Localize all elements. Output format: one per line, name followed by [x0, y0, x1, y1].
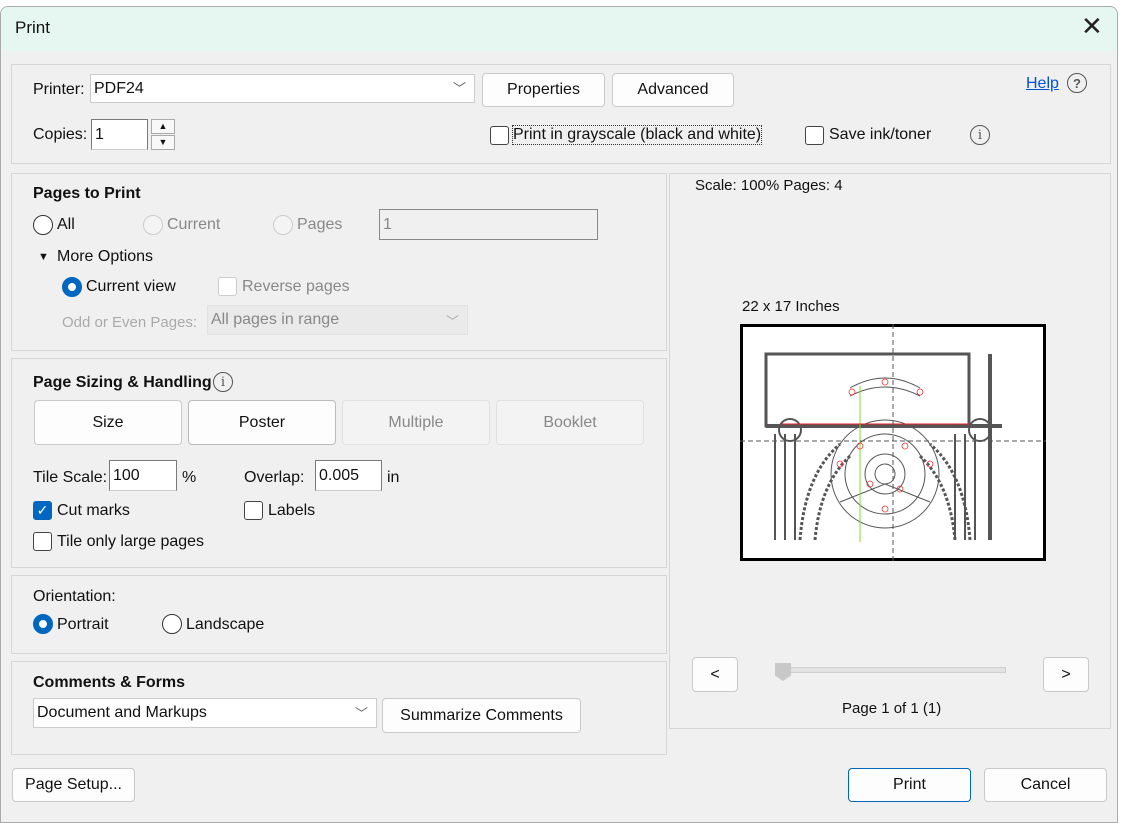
cut-marks-label[interactable]: Cut marks [57, 502, 130, 520]
cancel-button[interactable]: Cancel [984, 768, 1107, 802]
radio-pages[interactable] [273, 215, 293, 235]
close-icon[interactable]: ✕ [1081, 11, 1103, 42]
chevron-down-icon: ﹀ [354, 706, 368, 721]
previous-page-button[interactable]: < [692, 657, 738, 692]
info-icon[interactable]: i [213, 372, 233, 392]
tile-scale-unit: % [182, 469, 197, 486]
odd-even-select[interactable]: All pages in range ﹀ [207, 305, 468, 335]
tile-scale-input[interactable]: 100 [109, 460, 177, 491]
radio-current-view[interactable] [62, 277, 82, 297]
title-bar: Print ✕ [1, 7, 1117, 51]
copies-down-button[interactable]: ▼ [151, 135, 175, 150]
orientation-title: Orientation: [33, 588, 116, 605]
grayscale-checkbox[interactable] [490, 126, 509, 145]
tile-scale-label: Tile Scale: [33, 469, 108, 486]
overlap-label: Overlap: [244, 469, 305, 486]
labels-checkbox[interactable] [244, 501, 263, 520]
print-button[interactable]: Print [848, 768, 971, 802]
overlap-input[interactable]: 0.005 [315, 460, 382, 491]
help-link[interactable]: Help [1026, 75, 1059, 93]
tab-multiple[interactable]: Multiple [342, 400, 490, 445]
comments-value: Document and Markups [37, 704, 207, 721]
portrait-label[interactable]: Portrait [57, 616, 109, 634]
overlap-unit: in [387, 469, 400, 486]
comments-select[interactable]: Document and Markups ﹀ [33, 698, 377, 728]
odd-even-value: All pages in range [211, 311, 340, 328]
triangle-down-icon[interactable]: ▼ [38, 251, 49, 263]
tab-poster[interactable]: Poster [188, 400, 336, 445]
save-ink-label[interactable]: Save ink/toner [829, 126, 931, 144]
printer-value: PDF24 [94, 79, 144, 97]
info-icon[interactable]: i [970, 125, 990, 145]
grayscale-label[interactable]: Print in grayscale (black and white) [511, 125, 763, 145]
radio-landscape[interactable] [162, 614, 182, 634]
scale-info: Scale: 100% Pages: 4 [695, 177, 843, 194]
print-dialog: Print ✕ Printer: PDF24 ﹀ Properties Adva… [0, 6, 1118, 823]
help-icon[interactable]: ? [1067, 73, 1087, 93]
copies-input[interactable]: 1 [91, 119, 148, 150]
properties-button[interactable]: Properties [482, 73, 605, 107]
page-slider-track[interactable] [776, 667, 1006, 673]
pages-to-print-title: Pages to Print [33, 185, 141, 202]
save-ink-checkbox[interactable] [805, 126, 824, 145]
page-sizing-title: Page Sizing & Handling [33, 374, 212, 391]
current-view-label[interactable]: Current view [86, 278, 176, 296]
more-options-toggle[interactable]: More Options [57, 248, 153, 266]
radio-portrait[interactable] [33, 614, 53, 634]
dialog-title: Print [15, 18, 50, 37]
next-page-button[interactable]: > [1043, 657, 1089, 692]
tile-large-label[interactable]: Tile only large pages [57, 533, 204, 551]
paper-size: 22 x 17 Inches [742, 298, 840, 315]
labels-label[interactable]: Labels [268, 502, 315, 520]
pages-label[interactable]: Pages [297, 216, 342, 234]
page-preview [740, 324, 1046, 561]
chevron-down-icon: ﹀ [452, 81, 466, 96]
landscape-label[interactable]: Landscape [186, 616, 264, 634]
summarize-comments-button[interactable]: Summarize Comments [382, 698, 581, 733]
page-info: Page 1 of 1 (1) [842, 700, 942, 717]
tab-size[interactable]: Size [34, 400, 182, 445]
page-setup-button[interactable]: Page Setup... [12, 768, 135, 802]
reverse-pages-checkbox[interactable] [218, 277, 237, 296]
copies-up-button[interactable]: ▲ [151, 119, 175, 134]
radio-all[interactable] [33, 215, 53, 235]
current-label[interactable]: Current [167, 216, 220, 234]
comments-title: Comments & Forms [33, 674, 186, 691]
tile-large-checkbox[interactable] [33, 532, 52, 551]
orientation-group [11, 575, 667, 654]
printer-label: Printer: [33, 81, 85, 98]
advanced-button[interactable]: Advanced [612, 73, 734, 107]
cut-marks-checkbox[interactable]: ✓ [33, 501, 52, 520]
reverse-pages-label[interactable]: Reverse pages [242, 278, 350, 296]
all-label[interactable]: All [57, 216, 75, 234]
chevron-down-icon: ﹀ [445, 314, 459, 329]
radio-current[interactable] [143, 215, 163, 235]
tab-booklet[interactable]: Booklet [496, 400, 644, 445]
printer-select[interactable]: PDF24 ﹀ [90, 74, 475, 103]
odd-even-label: Odd or Even Pages: [62, 314, 198, 331]
copies-label: Copies: [33, 126, 88, 143]
pages-range-input[interactable]: 1 [379, 209, 598, 240]
